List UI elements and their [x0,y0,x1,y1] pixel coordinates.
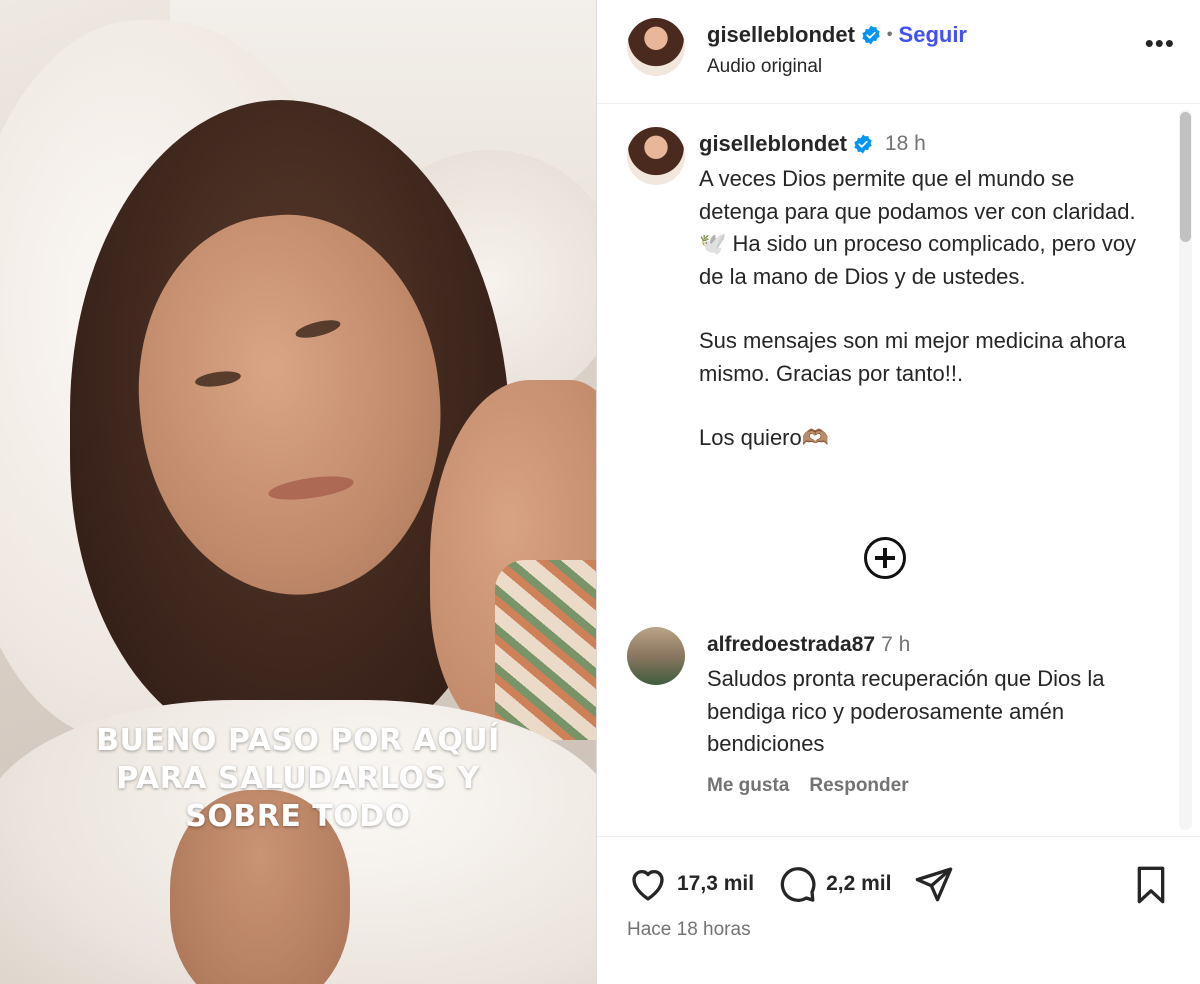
post-side-panel: giselleblondet • Seguir Audio original •… [596,0,1200,984]
comments-count[interactable]: 2,2 mil [826,872,891,896]
garment [495,560,596,740]
like-action[interactable]: 17,3 mil [627,863,776,905]
comment-icon[interactable] [776,863,818,905]
verified-badge-icon [854,134,872,154]
video-caption: BUENO PASO POR AQUÍ PARA SALUDARLOS Y SO… [0,722,596,836]
comment-actions: Me gusta Responder [707,775,909,797]
action-bar: 17,3 mil 2,2 mil [627,863,955,905]
follow-button[interactable]: Seguir [899,22,967,48]
post-footer: 17,3 mil 2,2 mil Hace 18 horas [597,836,1200,984]
share-action[interactable] [913,863,955,905]
caption-line: BUENO PASO POR AQUÍ [96,723,500,758]
bookmark-icon[interactable] [1133,865,1169,905]
caption-paragraph: Los quiero🫶🏽 [699,425,830,450]
caption-avatar[interactable] [627,127,685,185]
likes-count[interactable]: 17,3 mil [677,872,754,896]
commenter-avatar[interactable] [627,627,685,685]
caption-paragraph: Sus mensajes son mi mejor medicina ahora… [699,328,1126,386]
reel-video[interactable]: BUENO PASO POR AQUÍ PARA SALUDARLOS Y SO… [0,0,596,984]
author-row: giselleblondet • Seguir [707,22,967,48]
scrollbar-thumb[interactable] [1180,112,1191,242]
caption-line: SOBRE TODO [185,799,411,834]
verified-badge-icon [862,25,880,45]
heart-icon[interactable] [627,863,669,905]
comment-like-button[interactable]: Me gusta [707,775,789,797]
share-icon[interactable] [913,863,955,905]
author-avatar[interactable] [627,18,685,76]
caption-paragraph: A veces Dios permite que el mundo se det… [699,166,1137,289]
audio-link[interactable]: Audio original [707,56,822,78]
comment-author-row: alfredoestrada87 7 h [707,633,910,657]
comment-text: Saludos pronta recuperación que Dios la … [707,666,1105,756]
comment-reply-button[interactable]: Responder [809,775,908,797]
comment-timestamp[interactable]: 7 h [881,633,910,656]
caption-username[interactable]: giselleblondet [699,131,847,157]
comment-action[interactable]: 2,2 mil [776,863,913,905]
post-header: giselleblondet • Seguir Audio original •… [597,0,1200,104]
author-username[interactable]: giselleblondet [707,22,855,48]
comments-scroll-area[interactable]: giselleblondet 18 h A veces Dios permite… [597,105,1200,835]
caption-timestamp[interactable]: 18 h [885,132,926,156]
more-icon[interactable]: ••• [1145,28,1175,59]
caption-text: A veces Dios permite que el mundo se det… [699,163,1149,487]
caption-line: PARA SALUDARLOS Y [116,761,480,796]
commenter-username[interactable]: alfredoestrada87 [707,633,875,656]
post-date[interactable]: Hace 18 horas [627,919,751,941]
load-more-comments-icon[interactable] [864,537,906,579]
caption-author-row: giselleblondet 18 h [699,131,926,157]
separator-dot: • [886,26,893,43]
